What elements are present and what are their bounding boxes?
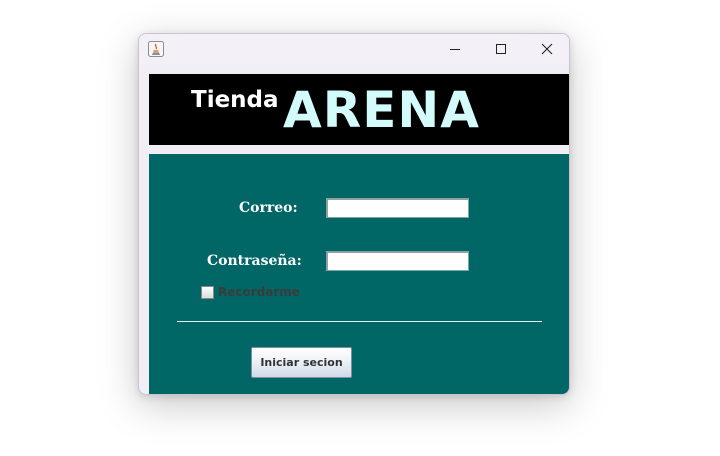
email-field[interactable] [326,198,469,218]
maximize-button[interactable] [478,34,524,64]
banner-title: ARENA [283,81,480,139]
form-divider [177,321,542,322]
maximize-icon [496,44,506,54]
password-label: Contraseña: [207,253,302,269]
java-icon [148,41,164,57]
password-field[interactable] [326,251,469,271]
login-button[interactable]: Iniciar secion [251,347,352,378]
remember-me-option[interactable]: Recordarme [201,285,300,299]
title-bar[interactable] [139,34,569,64]
remember-me-checkbox[interactable] [201,285,214,299]
email-label: Correo: [239,200,298,216]
banner-subtitle: Tienda [191,87,279,113]
login-window: Tienda ARENA Correo: Contraseña: Recorda… [138,33,570,395]
minimize-icon [450,49,460,50]
store-banner: Tienda ARENA [149,74,569,145]
minimize-button[interactable] [432,34,478,64]
close-icon [541,43,553,55]
close-button[interactable] [524,34,569,64]
remember-me-label[interactable]: Recordarme [218,285,300,299]
login-panel: Correo: Contraseña: Recordarme Iniciar s… [149,154,569,394]
